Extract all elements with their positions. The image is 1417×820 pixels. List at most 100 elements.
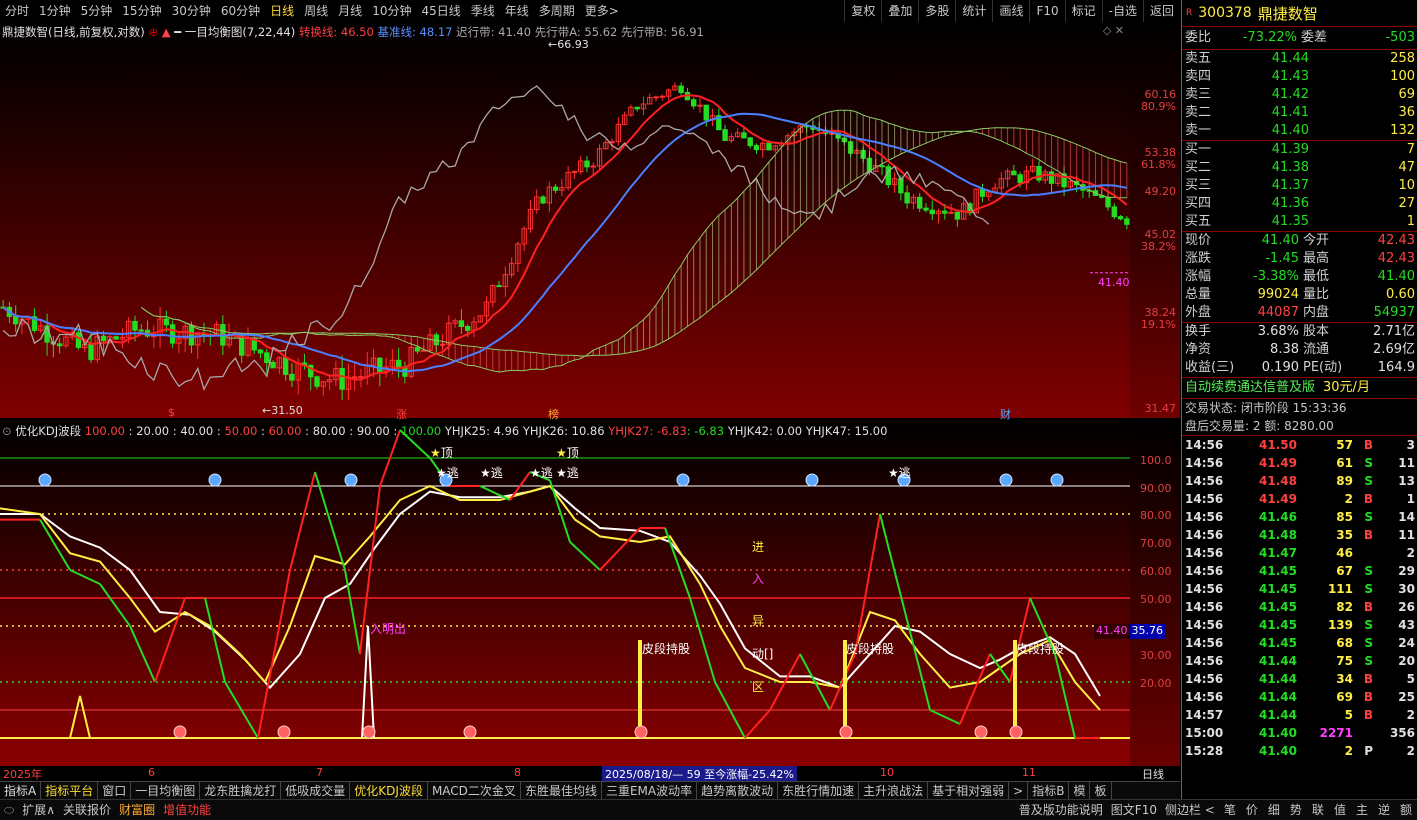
panel-switch-char[interactable]: 额 (1395, 801, 1417, 819)
period-tab[interactable]: 30分钟 (167, 0, 216, 22)
tick-row[interactable]: 14:56 41.45 82 B 26 (1182, 598, 1417, 616)
tick-row[interactable]: 14:56 41.46 85 S 14 (1182, 508, 1417, 526)
tool-button[interactable]: 多股 (918, 0, 955, 22)
order-level[interactable]: 卖五 41.44 258 (1182, 50, 1417, 68)
wealth-circle-button[interactable]: 财富圈 (115, 801, 159, 819)
panel-switch-char[interactable]: 值 (1329, 801, 1351, 819)
period-tab[interactable]: 更多> (580, 0, 624, 22)
tick-row[interactable]: 14:56 41.45 68 S 24 (1182, 634, 1417, 652)
ad-banner[interactable]: 自动续费通达信普及版 30元/月 (1182, 377, 1417, 398)
panel-switch-char[interactable]: 联 (1307, 801, 1329, 819)
order-level[interactable]: 卖二 41.41 36 (1182, 104, 1417, 122)
tick-row[interactable]: 14:56 41.48 35 B 11 (1182, 526, 1417, 544)
collapse-icon[interactable]: ⊙ (2, 424, 12, 438)
order-level[interactable]: 卖三 41.42 69 (1182, 86, 1417, 104)
period-tab[interactable]: 5分钟 (76, 0, 118, 22)
buy-signal-ball[interactable] (839, 725, 853, 739)
range-summary[interactable]: 2025/08/18/— 59 至今涨幅-25.42% (602, 766, 798, 782)
period-tab[interactable]: 季线 (466, 0, 500, 22)
buy-signal-ball[interactable] (974, 725, 988, 739)
tool-button[interactable]: -自选 (1101, 0, 1143, 22)
indicator-tab[interactable]: 主升浪战法 (859, 782, 929, 800)
f10-button[interactable]: 图文F10 (1107, 801, 1161, 819)
indicator-tab[interactable]: 一目均衡图 (131, 782, 201, 800)
tick-list[interactable]: 14:56 41.50 57 B 3 14:56 41.49 61 S 11 14:56 41.48 8… (1182, 435, 1417, 760)
indicator-tab[interactable]: 趋势离散波动 (697, 782, 779, 800)
indicator-tab[interactable]: 窗口 (98, 782, 132, 800)
sell-signal-ball[interactable] (805, 473, 819, 487)
buy-signal-ball[interactable] (463, 725, 477, 739)
tick-row[interactable]: 14:56 41.44 69 B 25 (1182, 688, 1417, 706)
main-kline-chart[interactable]: 鼎捷数智(日线,前复权,对数) ⊕ ▲ ━ 一目均衡图(7,22,44) 转换线… (0, 22, 1130, 421)
tick-row[interactable]: 14:57 41.44 5 B 2 (1182, 706, 1417, 724)
related-quote-button[interactable]: 关联报价 (59, 801, 115, 819)
indicator-tab[interactable]: 东胜行情加速 (778, 782, 860, 800)
period-tab[interactable]: 周线 (299, 0, 333, 22)
tick-row[interactable]: 14:56 41.49 61 S 11 (1182, 454, 1417, 472)
tool-button[interactable]: 复权 (844, 0, 881, 22)
tick-row[interactable]: 15:28 41.40 2 P 2 (1182, 742, 1417, 760)
indicator-tab[interactable]: MACD二次金叉 (428, 782, 521, 800)
tick-row[interactable]: 14:56 41.44 75 S 20 (1182, 652, 1417, 670)
tick-row[interactable]: 14:56 41.44 34 B 5 (1182, 670, 1417, 688)
sell-signal-ball[interactable] (344, 473, 358, 487)
indicator-tab[interactable]: 低吸成交量 (281, 782, 351, 800)
panel-switch-char[interactable]: 细 (1263, 801, 1285, 819)
indicator-tab[interactable]: 板 (1090, 782, 1112, 800)
indicator-tab[interactable]: 龙东胜擒龙打 (200, 782, 282, 800)
order-level[interactable]: 卖一 41.40 132 (1182, 122, 1417, 140)
tick-row[interactable]: 14:56 41.48 89 S 13 (1182, 472, 1417, 490)
kdj-indicator-chart[interactable]: ⊙ 优化KDJ波段 100.00 : 20.00 : 40.00 : 50.00… (0, 420, 1130, 766)
tick-row[interactable]: 14:56 41.50 57 B 3 (1182, 436, 1417, 454)
tool-button[interactable]: F10 (1029, 0, 1064, 22)
tick-row[interactable]: 14:56 41.45 139 S 43 (1182, 616, 1417, 634)
toggle-switch[interactable]: ⬭ (0, 801, 18, 819)
indicator-tab[interactable]: 优化KDJ波段 (350, 782, 428, 800)
order-level[interactable]: 卖四 41.43 100 (1182, 68, 1417, 86)
indicator-tab[interactable]: 指标B (1028, 782, 1070, 800)
value-added-button[interactable]: 增值功能 (159, 801, 215, 819)
kdj-name[interactable]: 优化KDJ波段 (15, 424, 81, 438)
indicator-tab[interactable]: 东胜最佳均线 (521, 782, 602, 800)
tool-button[interactable]: 返回 (1142, 0, 1180, 22)
indicator-tab[interactable]: 基于相对强弱 (928, 782, 1010, 800)
edition-help-button[interactable]: 普及版功能说明 (1015, 801, 1107, 819)
period-tab[interactable]: 多周期 (534, 0, 580, 22)
panel-switch-char[interactable]: 势 (1285, 801, 1307, 819)
indicator-tab[interactable]: 三重EMA波动率 (602, 782, 698, 800)
buy-signal-ball[interactable] (173, 725, 187, 739)
period-tab[interactable]: 60分钟 (216, 0, 265, 22)
marker-dollar[interactable]: $ (168, 406, 175, 419)
order-level[interactable]: 买三 41.37 10 (1182, 177, 1417, 195)
buy-signal-ball[interactable] (277, 725, 291, 739)
panel-switch-char[interactable]: 笔 (1219, 801, 1241, 819)
sell-signal-ball[interactable] (676, 473, 690, 487)
indicator-tab[interactable]: 指标平台 (41, 782, 99, 800)
period-tab[interactable]: 月线 (333, 0, 367, 22)
buy-signal-ball[interactable] (634, 725, 648, 739)
period-tab[interactable]: 日线 (265, 0, 299, 22)
tool-button[interactable]: 统计 (955, 0, 992, 22)
expand-button[interactable]: 扩展∧ (18, 801, 59, 819)
sell-signal-ball[interactable] (38, 473, 52, 487)
tick-row[interactable]: 14:56 41.45 67 S 29 (1182, 562, 1417, 580)
tool-button[interactable]: 画线 (992, 0, 1029, 22)
panel-switch-char[interactable]: 主 (1351, 801, 1373, 819)
period-tab[interactable]: 10分钟 (367, 0, 416, 22)
period-tab[interactable]: 45日线 (416, 0, 465, 22)
order-level[interactable]: 买二 41.38 47 (1182, 159, 1417, 177)
panel-switch-char[interactable]: 价 (1241, 801, 1263, 819)
buy-signal-ball[interactable] (362, 725, 376, 739)
sidebar-button[interactable]: 侧边栏 < (1161, 801, 1219, 819)
order-level[interactable]: 买一 41.39 7 (1182, 141, 1417, 159)
period-tab[interactable]: 1分钟 (34, 0, 76, 22)
buy-signal-ball[interactable] (1009, 725, 1023, 739)
sell-signal-ball[interactable] (1050, 473, 1064, 487)
tick-row[interactable]: 14:56 41.47 46 2 (1182, 544, 1417, 562)
indicator-tab[interactable]: > (1009, 782, 1029, 800)
indicator-tab[interactable]: 模 (1069, 782, 1091, 800)
sell-signal-ball[interactable] (208, 473, 222, 487)
tick-row[interactable]: 15:00 41.40 2271 356 (1182, 724, 1417, 742)
tool-button[interactable]: 叠加 (881, 0, 918, 22)
tool-button[interactable]: 标记 (1064, 0, 1102, 22)
